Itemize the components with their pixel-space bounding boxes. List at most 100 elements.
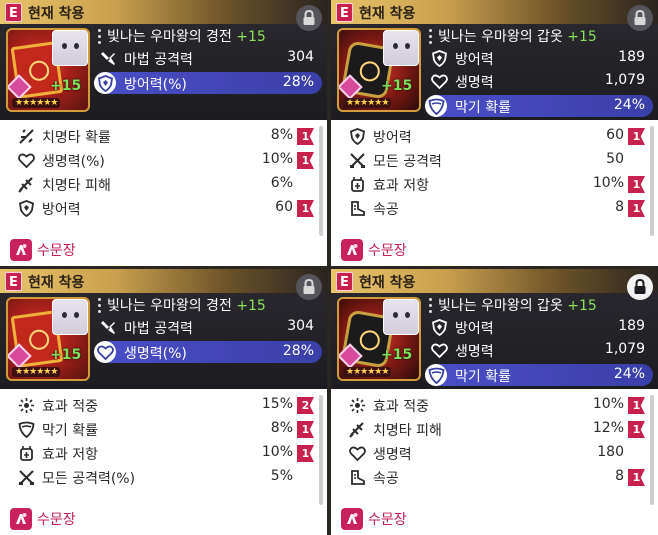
- crit-damage-icon: [349, 421, 366, 438]
- stat-value: 8: [615, 199, 624, 215]
- set-guardian-icon: [10, 508, 32, 530]
- stat-value: 12%: [592, 420, 624, 436]
- stat-value: 10%: [261, 151, 293, 167]
- set-label: 수문장: [368, 243, 407, 259]
- enhance-count-flag: 1: [297, 128, 314, 145]
- scrollbar[interactable]: [319, 395, 323, 505]
- block-icon: [425, 364, 447, 386]
- speed-icon: [349, 200, 366, 217]
- stat-value: 10%: [261, 444, 293, 460]
- equipped-label: 현재 착용: [359, 6, 416, 22]
- stat-value: 8%: [270, 420, 293, 436]
- item-name: 빛나는 우마왕의 갑옷 +15: [438, 298, 597, 314]
- item-stars: ★★★★★★: [12, 98, 61, 108]
- scrollbar[interactable]: [319, 126, 323, 236]
- equipment-card[interactable]: E 현재 착용 +15 ★★★★★★ 빛나는 우마왕의 갑옷 +15 방어력 18…: [331, 269, 658, 535]
- enhance-count-flag: 1: [628, 176, 645, 193]
- enhance-level: +15: [236, 298, 266, 314]
- resist-icon: [349, 176, 366, 193]
- item-thumbnail[interactable]: +15 ★★★★★★: [6, 28, 90, 112]
- sub-stat-value: 28%: [282, 343, 314, 359]
- sub-stat-label: 막기 확률: [455, 369, 511, 385]
- equipped-badge: E: [5, 272, 22, 291]
- lock-button[interactable]: [296, 274, 322, 300]
- equipment-card[interactable]: E 현재 착용 +15 ★★★★★★ 빛나는 우마왕의 경전 +15 마법 공격력…: [0, 269, 327, 535]
- thumbnail-enhance-level: +15: [50, 347, 82, 363]
- sub-stat-value: 24%: [613, 97, 645, 113]
- stat-label: 생명력: [373, 447, 412, 463]
- stat-value: 6%: [270, 175, 293, 191]
- lock-button[interactable]: [627, 274, 653, 300]
- main-stat: 마법 공격력 304: [98, 49, 320, 69]
- item-thumbnail[interactable]: +15 ★★★★★★: [337, 297, 421, 381]
- sub-stat-row: 방어력 60 1: [331, 124, 658, 148]
- highlighted-sub-stat: 막기 확률 24%: [425, 364, 653, 386]
- sub-stat-row: 치명타 확률 8% 1: [0, 124, 327, 148]
- enhance-level: +15: [236, 29, 266, 45]
- scrollbar[interactable]: [650, 395, 654, 505]
- more-options-icon[interactable]: [96, 298, 102, 316]
- stat-value: 8: [615, 468, 624, 484]
- sub-stat-row: 치명타 피해 6%: [0, 172, 327, 196]
- sub-stats-list: 효과 적중 10% 1 치명타 피해 12% 1 생명력 180 속공 8 1: [331, 393, 658, 489]
- heart-icon: [94, 341, 116, 363]
- hero-portrait: [52, 30, 88, 66]
- main-stat: 방어력 189: [429, 318, 651, 338]
- more-options-icon[interactable]: [427, 298, 433, 316]
- main-stat-label: 마법 공격력: [124, 52, 193, 68]
- item-name: 빛나는 우마왕의 경전 +15: [107, 298, 266, 314]
- more-options-icon[interactable]: [427, 29, 433, 47]
- attack-icon: [100, 319, 117, 336]
- shield-icon: [431, 50, 448, 67]
- sub-stat-label: 생명력(%): [124, 346, 187, 362]
- enhance-count-flag: 1: [297, 152, 314, 169]
- effect-hit-icon: [349, 397, 366, 414]
- main-stat-value: 189: [618, 318, 645, 334]
- item-thumbnail[interactable]: +15 ★★★★★★: [337, 28, 421, 112]
- stat-value: 8%: [270, 127, 293, 143]
- main-stat-2-value: 1,079: [604, 72, 645, 88]
- sub-stat-row: 치명타 피해 12% 1: [331, 417, 658, 441]
- scrollbar[interactable]: [650, 126, 654, 236]
- main-stat-label: 마법 공격력: [124, 321, 193, 337]
- set-guardian-icon: [341, 508, 363, 530]
- sub-stat-value: 24%: [613, 366, 645, 382]
- stat-label: 속공: [373, 471, 399, 487]
- main-stat-label: 방어력: [455, 52, 494, 68]
- set-label: 수문장: [37, 243, 76, 259]
- lock-button[interactable]: [296, 5, 322, 31]
- equipment-card[interactable]: E 현재 착용 +15 ★★★★★★ 빛나는 우마왕의 경전 +15 마법 공격력…: [0, 0, 327, 266]
- hero-portrait: [383, 299, 419, 335]
- enhance-level: +15: [567, 298, 597, 314]
- thumbnail-enhance-level: +15: [381, 347, 413, 363]
- set-guardian-icon: [341, 239, 363, 261]
- stat-label: 방어력: [42, 202, 81, 218]
- equipment-card[interactable]: E 현재 착용 +15 ★★★★★★ 빛나는 우마왕의 갑옷 +15 방어력 18…: [331, 0, 658, 266]
- main-stat-2: 생명력 1,079: [429, 341, 651, 361]
- stat-label: 효과 적중: [42, 399, 98, 415]
- enhance-count-flag: 2: [297, 397, 314, 414]
- resist-icon: [18, 445, 35, 462]
- more-options-icon[interactable]: [96, 29, 102, 47]
- sub-stat-row: 생명력(%) 10% 1: [0, 148, 327, 172]
- stat-value: 60: [606, 127, 624, 143]
- crit-chance-icon: [18, 128, 35, 145]
- set-label: 수문장: [368, 512, 407, 528]
- enhance-count-flag: 1: [297, 445, 314, 462]
- item-stars: ★★★★★★: [343, 98, 392, 108]
- item-thumbnail[interactable]: +15 ★★★★★★: [6, 297, 90, 381]
- main-stat-label: 방어력: [455, 321, 494, 337]
- enhance-count-flag: 1: [628, 200, 645, 217]
- item-name: 빛나는 우마왕의 경전 +15: [107, 29, 266, 45]
- equipped-label: 현재 착용: [28, 275, 85, 291]
- lock-button[interactable]: [627, 5, 653, 31]
- main-stat-2-label: 생명력: [455, 344, 494, 360]
- stat-label: 모든 공격력: [373, 154, 442, 170]
- stat-value: 50: [606, 151, 624, 167]
- heart-icon: [349, 445, 366, 462]
- sub-stat-row: 모든 공격력 50: [331, 148, 658, 172]
- sub-stat-row: 모든 공격력(%) 5%: [0, 465, 327, 489]
- crit-damage-icon: [18, 176, 35, 193]
- block-icon: [425, 95, 447, 117]
- stat-value: 10%: [592, 175, 624, 191]
